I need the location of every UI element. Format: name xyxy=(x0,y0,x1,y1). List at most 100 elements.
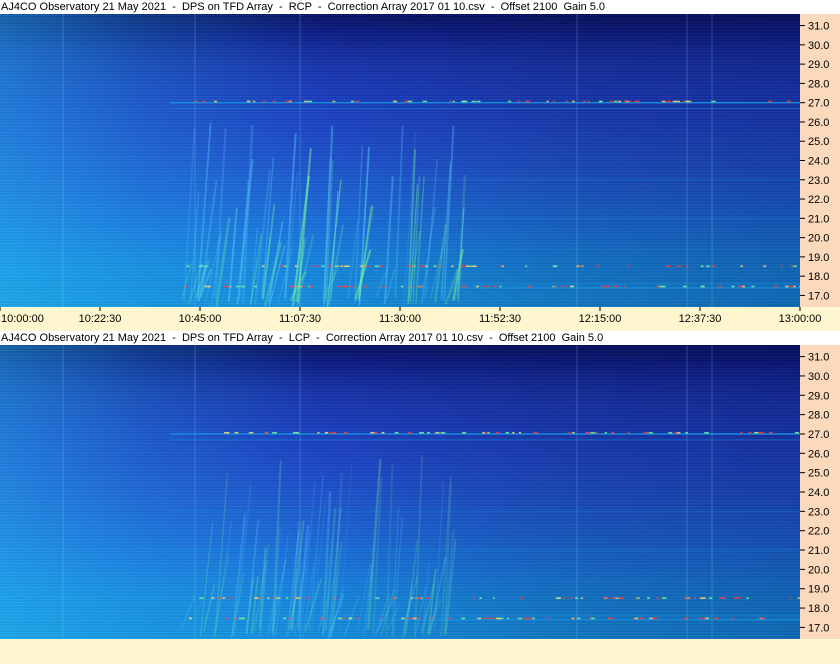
rfi-speckle xyxy=(628,265,631,268)
rfi-speckle xyxy=(661,285,666,288)
rfi-speckle xyxy=(639,617,644,620)
rfi-speckle xyxy=(557,597,562,599)
rfi-speckle xyxy=(337,285,342,288)
rfi-speckle xyxy=(648,432,653,434)
rfi-speckle xyxy=(706,265,710,268)
lcp-time-axis xyxy=(0,639,840,663)
rfi-speckle xyxy=(264,432,269,434)
rfi-speckle xyxy=(495,432,500,434)
rfi-speckle xyxy=(682,100,686,103)
time-tick-label: 12:37:30 xyxy=(679,313,722,325)
rfi-speckle xyxy=(408,432,412,434)
frequency-tick-label: 24.0 xyxy=(808,487,829,499)
interference-band xyxy=(170,179,800,181)
rcp-title-bar: AJ4CO Observatory 21 May 2021 - DPS on T… xyxy=(0,0,840,14)
rfi-speckle xyxy=(374,265,380,268)
rfi-speckle xyxy=(340,265,344,268)
rfi-speckle xyxy=(461,100,465,103)
rfi-speckle xyxy=(407,100,413,103)
lcp-spectrogram-features xyxy=(62,345,800,639)
rfi-speckle xyxy=(780,265,783,268)
rfi-speckle xyxy=(628,100,632,103)
rfi-speckle xyxy=(748,432,752,434)
rcp-spectrogram-features xyxy=(62,14,800,307)
rfi-speckle xyxy=(321,265,325,268)
lcp-frequency-axis-svg: 31.0 30.0 29.0 28.0 27.0 26.0 25.0 24.0 23.0 22.0… xyxy=(800,352,829,634)
rfi-speckle xyxy=(487,432,490,434)
rfi-speckle xyxy=(309,285,314,288)
rfi-speckle xyxy=(246,100,249,103)
rfi-speckle xyxy=(601,285,606,288)
rfi-speckle xyxy=(310,265,314,268)
frequency-tick-label: 25.0 xyxy=(808,468,829,480)
rfi-speckle xyxy=(472,265,477,268)
rcp-panel: AJ4CO Observatory 21 May 2021 - DPS on T… xyxy=(0,0,840,331)
rfi-speckle xyxy=(355,617,359,620)
interference-band xyxy=(170,615,800,617)
rfi-speckle xyxy=(330,432,334,434)
rfi-speckle xyxy=(374,432,377,434)
rfi-speckle xyxy=(461,285,467,288)
burst-striation xyxy=(183,127,196,302)
rfi-speckle xyxy=(700,285,705,288)
rfi-speckle xyxy=(797,597,800,599)
rfi-speckle xyxy=(611,432,615,434)
burst-striation xyxy=(443,125,455,302)
rfi-speckle xyxy=(343,265,347,268)
rfi-speckle xyxy=(682,285,687,288)
rfi-speckle xyxy=(461,432,467,434)
rfi-speckle xyxy=(746,597,749,599)
rfi-speckle xyxy=(582,100,586,103)
rfi-speckle xyxy=(493,285,497,288)
rfi-speckle xyxy=(546,100,549,103)
rfi-speckle xyxy=(571,617,574,620)
rfi-speckle xyxy=(527,285,533,288)
interference-band xyxy=(170,248,800,250)
rfi-speckle xyxy=(433,265,437,268)
rfi-speckle xyxy=(214,100,218,103)
rcp-title: AJ4CO Observatory 21 May 2021 - DPS on T… xyxy=(1,1,606,13)
rfi-speckle xyxy=(656,597,660,599)
rfi-speckle xyxy=(482,432,485,434)
rfi-speckle xyxy=(789,597,792,599)
rfi-speckle xyxy=(768,432,773,434)
frequency-tick-label: 31.0 xyxy=(808,352,829,364)
lcp-spectrogram xyxy=(0,345,800,639)
burst-striation xyxy=(263,241,283,307)
rfi-speckle xyxy=(495,617,500,620)
rfi-speckle xyxy=(394,432,399,434)
rfi-speckle xyxy=(419,265,425,268)
rfi-speckle xyxy=(419,432,425,434)
rfi-speckle xyxy=(627,432,630,434)
rfi-speckle xyxy=(523,617,528,620)
rfi-speckle xyxy=(590,432,596,434)
rfi-speckle xyxy=(594,432,598,434)
frequency-tick-label: 27.0 xyxy=(808,429,829,441)
rfi-speckle xyxy=(565,285,568,288)
frequency-tick-label: 22.0 xyxy=(808,526,829,538)
rfi-speckle xyxy=(569,285,574,288)
rfi-speckle xyxy=(225,617,228,620)
rfi-speckle xyxy=(572,432,575,434)
frequency-tick-label: 21.0 xyxy=(808,213,829,225)
rfi-speckle xyxy=(634,100,637,103)
frequency-tick-label: 29.0 xyxy=(808,390,829,402)
rfi-speckle xyxy=(508,100,512,103)
rfi-speckle xyxy=(560,285,564,288)
rfi-speckle xyxy=(661,597,667,599)
frequency-tick-label: 23.0 xyxy=(808,175,829,187)
rfi-speckle xyxy=(740,265,744,268)
frequency-tick-label: 22.0 xyxy=(808,194,829,206)
rfi-speckle xyxy=(517,100,521,103)
rfi-speckle xyxy=(202,100,207,103)
rcp-spectrogram xyxy=(0,14,800,307)
burst-striation xyxy=(253,169,272,307)
rfi-speckle xyxy=(262,100,267,103)
rfi-speckle xyxy=(401,617,405,620)
frequency-tick-label: 25.0 xyxy=(808,136,829,148)
rfi-speckle xyxy=(505,432,509,434)
burst-striation xyxy=(276,246,294,307)
rfi-speckle xyxy=(451,265,454,268)
rfi-speckle xyxy=(527,617,532,620)
burst-striation xyxy=(394,126,404,298)
